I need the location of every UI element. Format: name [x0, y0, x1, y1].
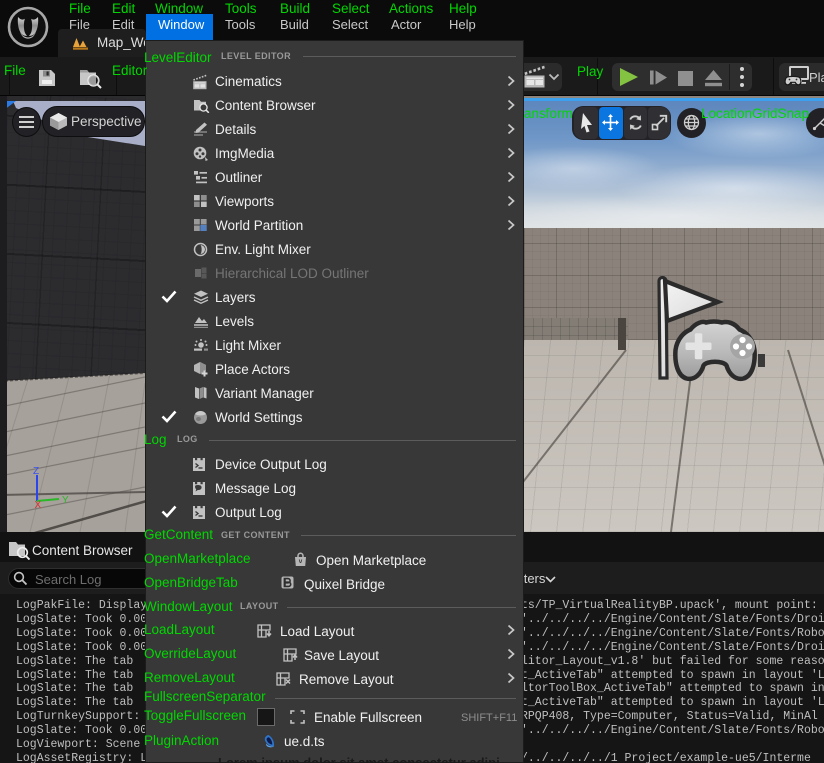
svg-text:Z: Z: [33, 467, 39, 477]
svg-text:X: X: [35, 500, 42, 511]
svg-text:Y: Y: [62, 495, 69, 506]
